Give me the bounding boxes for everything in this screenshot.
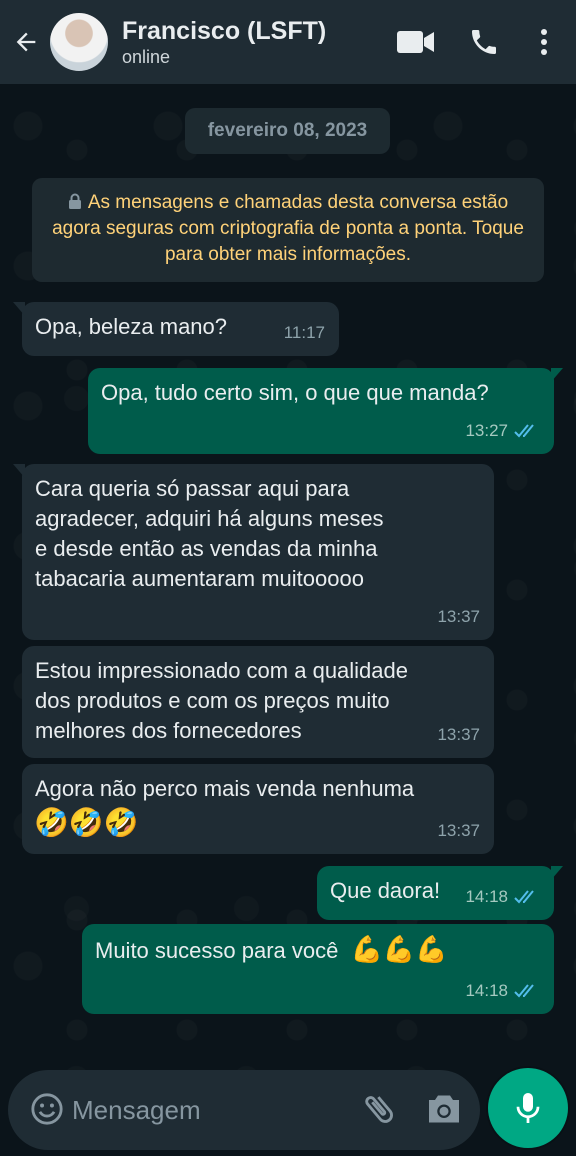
message-bubble-incoming[interactable]: Cara queria só passar aqui para agradece… xyxy=(13,464,494,640)
read-ticks-icon xyxy=(514,890,534,904)
message-text: Muito sucesso para você 💪💪💪 xyxy=(95,934,448,964)
message-meta: 13:27 xyxy=(465,416,540,446)
message-text: Cara queria só passar aqui para agradece… xyxy=(35,476,384,591)
message-meta: 14:18 xyxy=(465,976,540,1006)
more-menu-button[interactable] xyxy=(530,12,558,72)
message-input[interactable] xyxy=(72,1088,342,1132)
message-emoji: 🤣🤣🤣 xyxy=(34,807,139,838)
contact-info[interactable]: Francisco (LSFT) online xyxy=(122,16,388,68)
message-list[interactable]: fevereiro 08, 2023 As mensagens e chamad… xyxy=(0,84,576,1070)
voice-record-button[interactable] xyxy=(488,1068,568,1148)
message-bubble-outgoing[interactable]: Que daora! 14:18 xyxy=(317,866,563,920)
message-meta: 14:18 xyxy=(465,882,540,912)
video-call-button[interactable] xyxy=(388,12,444,72)
voice-call-button[interactable] xyxy=(460,12,508,72)
message-time: 11:17 xyxy=(283,323,325,342)
contact-status: online xyxy=(122,47,171,67)
microphone-icon xyxy=(516,1093,540,1123)
camera-icon xyxy=(429,1095,459,1123)
camera-button[interactable] xyxy=(426,1092,462,1131)
message-bubble-incoming[interactable]: Opa, beleza mano? 11:17 xyxy=(13,302,339,356)
message-text: Estou impressionado com a qualidade dos … xyxy=(35,658,409,743)
message-time: 14:18 xyxy=(465,981,508,1000)
attach-button[interactable] xyxy=(360,1090,398,1133)
lock-icon xyxy=(68,193,81,209)
emoji-button[interactable] xyxy=(30,1092,64,1131)
video-call-icon xyxy=(397,31,434,53)
message-time: 13:37 xyxy=(437,821,480,840)
more-menu-icon xyxy=(541,29,547,55)
message-text: Que daora! xyxy=(330,878,441,903)
emoji-icon xyxy=(31,1093,63,1125)
message-bubble-incoming[interactable]: Estou impressionado com a qualidade dos … xyxy=(22,646,494,758)
message-text: Agora não perco mais venda nenhuma xyxy=(35,776,415,801)
message-bubble-outgoing[interactable]: Opa, tudo certo sim, o que que manda? 13… xyxy=(88,368,563,454)
message-bubble-incoming[interactable]: Agora não perco mais venda nenhuma 🤣🤣🤣 1… xyxy=(22,764,494,854)
message-composer xyxy=(8,1070,480,1150)
back-button[interactable] xyxy=(4,0,48,84)
message-time: 14:18 xyxy=(465,887,508,906)
contact-avatar[interactable] xyxy=(50,13,108,71)
phone-icon xyxy=(472,30,496,54)
message-text: Opa, tudo certo sim, o que que manda? xyxy=(101,380,489,405)
back-arrow-icon xyxy=(16,32,36,52)
message-time: 13:37 xyxy=(437,607,480,626)
encryption-text: As mensagens e chamadas desta conversa e… xyxy=(52,192,524,265)
attach-icon xyxy=(365,1096,393,1123)
read-ticks-icon xyxy=(514,984,534,998)
message-emoji: 💪💪💪 xyxy=(350,934,448,964)
message-text: Opa, beleza mano? xyxy=(35,314,228,339)
message-time: 13:27 xyxy=(465,421,508,440)
encryption-notice[interactable]: As mensagens e chamadas desta conversa e… xyxy=(32,178,544,282)
read-ticks-icon xyxy=(514,424,534,438)
contact-name: Francisco (LSFT) xyxy=(122,17,327,45)
message-time: 13:37 xyxy=(437,725,480,744)
date-chip: fevereiro 08, 2023 xyxy=(185,108,390,154)
chat-header: Francisco (LSFT) online xyxy=(0,0,576,84)
message-bubble-outgoing[interactable]: Muito sucesso para você 💪💪💪 14:18 xyxy=(82,924,554,1014)
